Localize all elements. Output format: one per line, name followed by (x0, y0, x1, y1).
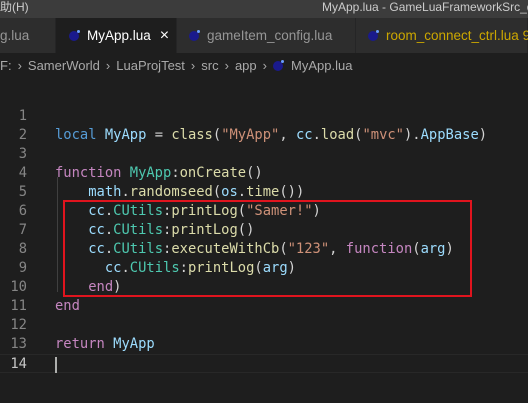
title-bar: 助(H) MyApp.lua - GameLuaFrameworkSrc_q (0, 0, 528, 18)
token: . (237, 184, 247, 200)
token: ). (404, 127, 421, 143)
line-number: 7 (18, 222, 27, 238)
tab-partial[interactable]: g.lua (0, 18, 56, 53)
lua-file-icon (69, 30, 80, 41)
token: ) (478, 127, 488, 143)
code-line: 13 return MyApp (0, 335, 528, 354)
breadcrumb-item[interactable]: LuaProjTest (116, 58, 185, 73)
token: os (221, 184, 238, 200)
token: . (121, 184, 130, 200)
current-line: 14 (0, 354, 528, 373)
token: local (55, 127, 97, 143)
token: ( (212, 184, 222, 200)
line-number: 4 (18, 165, 27, 181)
line-number: 6 (18, 203, 27, 219)
token: () (246, 165, 263, 181)
token: randomseed (129, 184, 213, 200)
chevron-right-icon: › (190, 58, 196, 73)
breadcrumb-item[interactable]: MyApp.lua (291, 58, 352, 73)
line-number: 9 (18, 260, 27, 276)
token: AppBase (420, 127, 479, 143)
tab-gameitem-config[interactable]: gameItem_config.lua (177, 18, 356, 53)
line-number: 5 (18, 184, 27, 200)
token: onCreate (179, 165, 247, 181)
chevron-right-icon: › (105, 58, 111, 73)
close-icon[interactable]: × (160, 27, 169, 44)
line-number: 8 (18, 241, 27, 257)
chevron-right-icon: › (224, 58, 229, 73)
line-number: 1 (18, 108, 27, 124)
tab-bar: g.lua MyApp.lua × gameItem_config.lua roo… (0, 18, 528, 53)
line-number: 2 (18, 127, 27, 143)
lua-file-icon (273, 60, 284, 71)
tab-room-connect-ctrl[interactable]: room_connect_ctrl.lua 9 (356, 18, 528, 53)
token: MyApp (129, 165, 172, 181)
tab-label: MyApp.lua (87, 28, 151, 43)
token: = (146, 127, 172, 143)
tab-myapp[interactable]: MyApp.lua × (56, 18, 177, 53)
tab-label: room_connect_ctrl.lua (386, 28, 519, 43)
line-number: 10 (10, 279, 27, 295)
token: : (171, 165, 180, 181)
breadcrumb-item[interactable]: SamerWorld (28, 58, 100, 73)
tab-label: g.lua (0, 28, 30, 43)
breadcrumb-item[interactable]: F: (0, 58, 12, 73)
line-number: 12 (10, 317, 27, 333)
token: cc (295, 127, 313, 143)
token: , (279, 127, 296, 143)
token: ( (212, 127, 222, 143)
token: MyApp (104, 127, 147, 143)
code-line: 4 function MyApp:onCreate() (0, 164, 528, 183)
lua-file-icon (368, 30, 379, 41)
code-line: 2 local MyApp = class("MyApp", cc.load("m… (0, 126, 528, 145)
code-line: 3 (0, 145, 528, 164)
breadcrumb-item[interactable]: app (235, 58, 257, 73)
tab-label: gameItem_config.lua (207, 28, 333, 43)
token: class (171, 127, 213, 143)
token: . (312, 127, 321, 143)
line-number: 3 (18, 146, 27, 162)
code-line: 1 (0, 107, 528, 126)
menu-help[interactable]: 助(H) (0, 0, 29, 15)
highlight-box (63, 200, 472, 297)
code-line: 11 end (0, 297, 528, 316)
token: MyApp (113, 336, 155, 352)
window-title: MyApp.lua - GameLuaFrameworkSrc_q (322, 0, 528, 14)
token: function (55, 165, 122, 181)
breadcrumb-item[interactable]: src (201, 58, 218, 73)
line-number: 13 (10, 336, 27, 352)
token: ()) (279, 184, 305, 200)
line-number: 11 (10, 298, 27, 314)
token: end (55, 298, 80, 314)
text-cursor (55, 357, 57, 373)
problem-count-badge: 9 (522, 28, 528, 43)
breadcrumb: F: › SamerWorld › LuaProjTest › src › app › MyApp.… (0, 53, 528, 78)
token: "MyApp" (221, 127, 280, 143)
token: return (55, 336, 105, 352)
chevron-right-icon: › (17, 58, 22, 73)
code-line: 12 (0, 316, 528, 335)
chevron-right-icon: › (262, 58, 267, 73)
lua-file-icon (189, 30, 200, 41)
token: "mvc" (362, 127, 404, 143)
token: time (246, 184, 280, 200)
token: load (320, 127, 355, 143)
line-number: 14 (10, 356, 27, 372)
token: math (88, 184, 122, 200)
